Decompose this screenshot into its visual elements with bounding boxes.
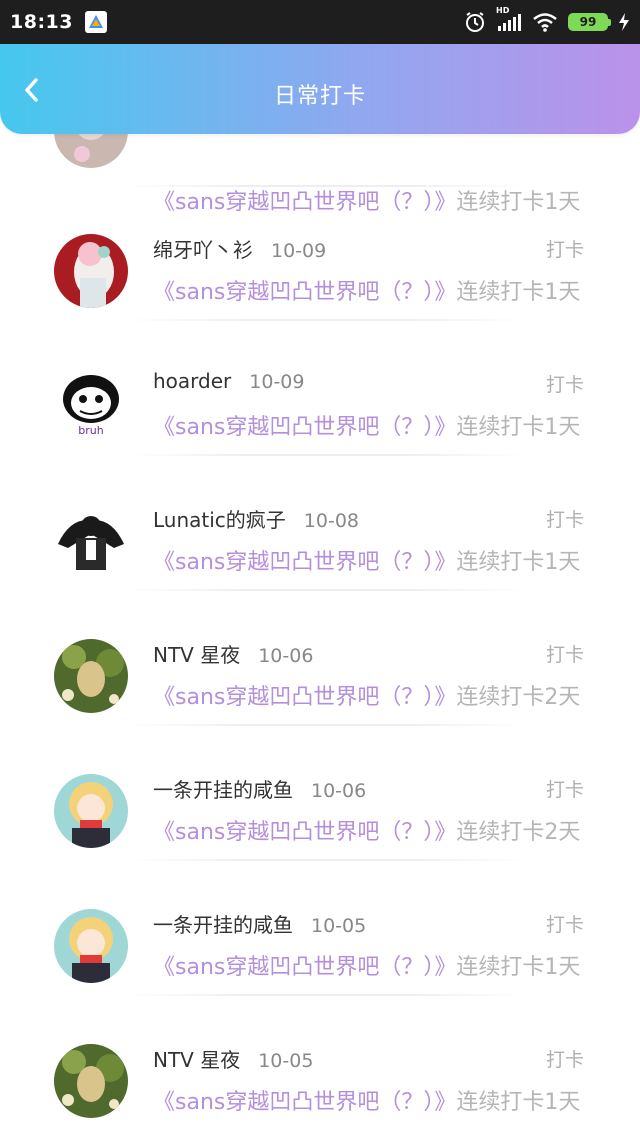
avatar [54,234,128,308]
wifi-icon [533,13,557,32]
list-item[interactable]: NTV 星夜 10-06 打卡 《sans穿越凹凸世界吧（？）》连续打卡2天 [0,625,640,760]
checkin-date: 10-05 [311,915,367,937]
user-name[interactable]: Lunatic的疯子 [153,508,286,532]
avatar [54,909,128,983]
detail-line: 《sans穿越凹凸世界吧（？）》连续打卡1天 [153,949,580,981]
lightning-icon [619,13,629,31]
detail-line: 《sans穿越凹凸世界吧（？）》连续打卡1天 [153,184,580,216]
topic-link[interactable]: 《sans穿越凹凸世界吧（？）》 [153,1090,456,1115]
avatar [54,504,128,578]
user-name[interactable]: 绵牙吖丶衫 [153,238,253,262]
topic-link[interactable]: 《sans穿越凹凸世界吧（？）》 [153,415,456,440]
topic-link[interactable]: 《sans穿越凹凸世界吧（？）》 [153,685,456,710]
detail-line: 《sans穿越凹凸世界吧（？）》连续打卡2天 [153,679,580,711]
detail-line: 《sans穿越凹凸世界吧（？）》连续打卡1天 [153,409,580,441]
divider [126,589,526,591]
divider [126,319,526,321]
status-bar: 18:13 HD 99 [0,0,640,44]
checkin-date: 10-06 [258,645,314,667]
streak-text: 连续打卡1天 [456,1090,581,1115]
topic-link[interactable]: 《sans穿越凹凸世界吧（？）》 [153,190,456,215]
streak-text: 连续打卡2天 [456,685,581,710]
user-name[interactable]: 一条开挂的咸鱼 [153,913,293,937]
app-notification-icon [84,11,107,33]
topic-link[interactable]: 《sans穿越凹凸世界吧（？）》 [153,955,456,980]
battery-icon: 99 [568,13,611,31]
signal-icon: HD [496,6,522,32]
detail-line: 《sans穿越凹凸世界吧（？）》连续打卡2天 [153,814,580,846]
checkin-label: 打卡 [545,779,584,801]
avatar [54,639,128,713]
avatar: bruh [54,369,128,443]
alarm-icon [466,12,484,32]
network-label: HD [496,6,510,15]
checkin-list[interactable]: 《sans穿越凹凸世界吧（？）》连续打卡1天 绵牙吖丶衫 10-09 打卡 《sa… [0,44,640,1138]
list-item[interactable]: bruh hoarder 10-09 打卡 《sans穿越凹凸世界吧（？）》连续打… [0,355,640,490]
topic-link[interactable]: 《sans穿越凹凸世界吧（？）》 [153,820,456,845]
user-name[interactable]: hoarder [153,369,231,393]
detail-line: 《sans穿越凹凸世界吧（？）》连续打卡1天 [153,274,580,306]
list-item[interactable]: 绵牙吖丶衫 10-09 打卡 《sans穿越凹凸世界吧（？）》连续打卡1天 [0,220,640,355]
topic-link[interactable]: 《sans穿越凹凸世界吧（？）》 [153,280,456,305]
checkin-label: 打卡 [545,914,584,936]
page-title: 日常打卡 [273,84,366,109]
status-icons: HD 99 [464,6,630,33]
streak-text: 连续打卡2天 [456,820,581,845]
checkin-date: 10-08 [303,510,360,532]
checkin-label: 打卡 [545,644,584,666]
detail-line: 《sans穿越凹凸世界吧（？）》连续打卡1天 [153,544,580,576]
avatar [54,1044,128,1118]
streak-text: 连续打卡1天 [456,190,581,215]
list-item[interactable]: 一条开挂的咸鱼 10-06 打卡 《sans穿越凹凸世界吧（？）》连续打卡2天 [0,760,640,895]
divider [126,859,526,861]
app-header: 日常打卡 [0,44,640,134]
avatar-caption: bruh [78,424,103,437]
status-time: 18:13 [10,11,73,33]
checkin-label: 打卡 [545,239,584,261]
checkin-date: 10-06 [311,780,367,802]
streak-text: 连续打卡1天 [456,955,581,980]
checkin-date: 10-09 [249,371,305,393]
avatar [54,774,128,848]
user-name[interactable]: 一条开挂的咸鱼 [153,778,293,802]
streak-text: 连续打卡1天 [456,415,581,440]
user-name[interactable]: NTV 星夜 [153,1048,240,1072]
detail-line: 《sans穿越凹凸世界吧（？）》连续打卡1天 [153,1084,580,1116]
checkin-label: 打卡 [545,1049,584,1071]
streak-text: 连续打卡1天 [456,280,581,305]
divider [126,454,526,456]
divider [126,185,526,187]
checkin-date: 10-05 [258,1050,314,1072]
checkin-label: 打卡 [545,374,584,396]
checkin-date: 10-09 [271,240,327,262]
user-name[interactable]: NTV 星夜 [153,643,240,667]
topic-link[interactable]: 《sans穿越凹凸世界吧（？）》 [153,550,456,575]
divider [126,724,526,726]
list-item[interactable]: Lunatic的疯子 10-08 打卡 《sans穿越凹凸世界吧（？）》连续打卡1… [0,490,640,625]
checkin-label: 打卡 [545,509,584,531]
streak-text: 连续打卡1天 [456,550,581,575]
list-item[interactable]: NTV 星夜 10-05 打卡 《sans穿越凹凸世界吧（？）》连续打卡1天 [0,1030,640,1138]
list-item[interactable]: 一条开挂的咸鱼 10-05 打卡 《sans穿越凹凸世界吧（？）》连续打卡1天 [0,895,640,1030]
divider [126,994,526,996]
